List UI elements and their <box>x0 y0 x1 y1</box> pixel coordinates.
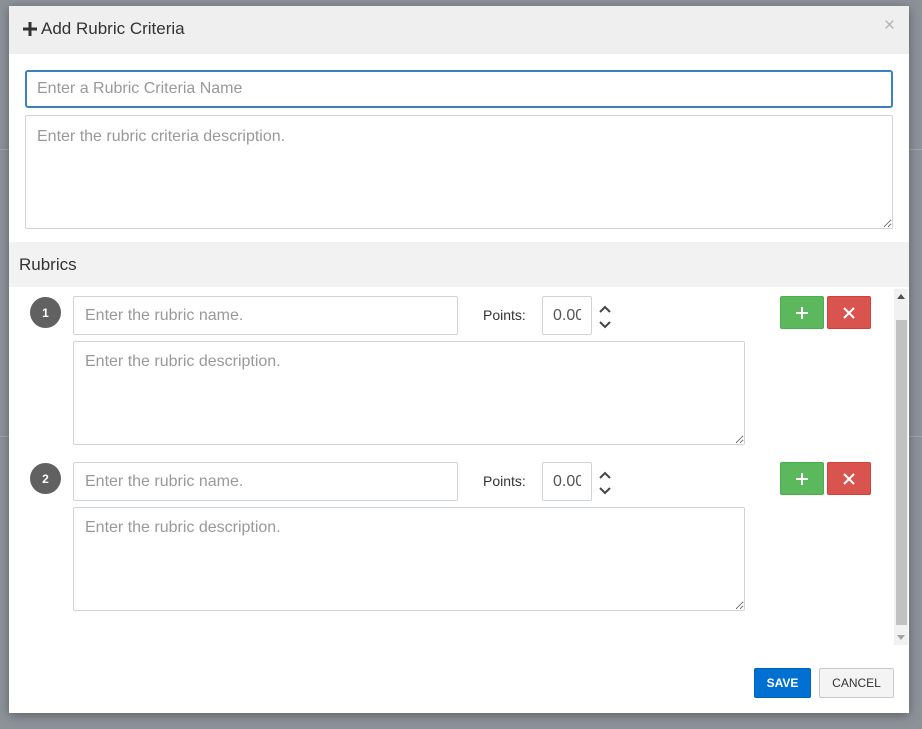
rubric-number-badge: 1 <box>30 297 61 328</box>
rubric-list: 1 Points: 2 <box>9 289 909 645</box>
rubrics-title: Rubrics <box>19 255 77 274</box>
delete-rubric-button[interactable] <box>827 296 871 329</box>
close-icon[interactable]: × <box>884 16 895 36</box>
add-rubric-button[interactable] <box>780 462 824 495</box>
rubric-description-textarea[interactable] <box>73 507 745 611</box>
up-down-chevron-icon[interactable] <box>598 304 612 330</box>
rubric-item: 1 Points: <box>9 289 889 455</box>
delete-rubric-button[interactable] <box>827 462 871 495</box>
rubric-name-input[interactable] <box>73 462 458 501</box>
save-button[interactable]: SAVE <box>754 668 811 698</box>
cancel-button[interactable]: CANCEL <box>819 668 894 698</box>
rubric-description-textarea[interactable] <box>73 341 745 445</box>
up-down-chevron-icon[interactable] <box>598 470 612 496</box>
plus-icon <box>796 472 808 485</box>
rubric-item: 2 Points: <box>9 455 889 621</box>
scrollbar-thumb[interactable] <box>896 320 907 625</box>
rubric-list-scrollbar[interactable] <box>894 289 908 645</box>
add-rubric-button[interactable] <box>780 296 824 329</box>
scroll-down-arrow-icon[interactable] <box>897 635 905 640</box>
x-icon <box>843 306 855 319</box>
rubric-name-input[interactable] <box>73 296 458 335</box>
add-rubric-criteria-modal: Add Rubric Criteria × Rubrics 1 Points: <box>9 6 909 713</box>
points-input[interactable] <box>542 296 592 335</box>
points-label: Points: <box>483 473 526 489</box>
rubric-number-badge: 2 <box>30 463 61 494</box>
points-label: Points: <box>483 307 526 323</box>
modal-title: Add Rubric Criteria <box>23 19 185 39</box>
plus-icon <box>796 306 808 319</box>
x-icon <box>843 472 855 485</box>
criteria-name-input[interactable] <box>25 70 893 108</box>
scroll-up-arrow-icon[interactable] <box>897 294 905 299</box>
criteria-description-textarea[interactable] <box>25 115 893 229</box>
points-input[interactable] <box>542 462 592 501</box>
modal-title-text: Add Rubric Criteria <box>41 19 185 38</box>
modal-header: Add Rubric Criteria × <box>9 6 909 54</box>
plus-icon <box>23 22 37 36</box>
rubrics-section-header: Rubrics <box>9 242 909 287</box>
